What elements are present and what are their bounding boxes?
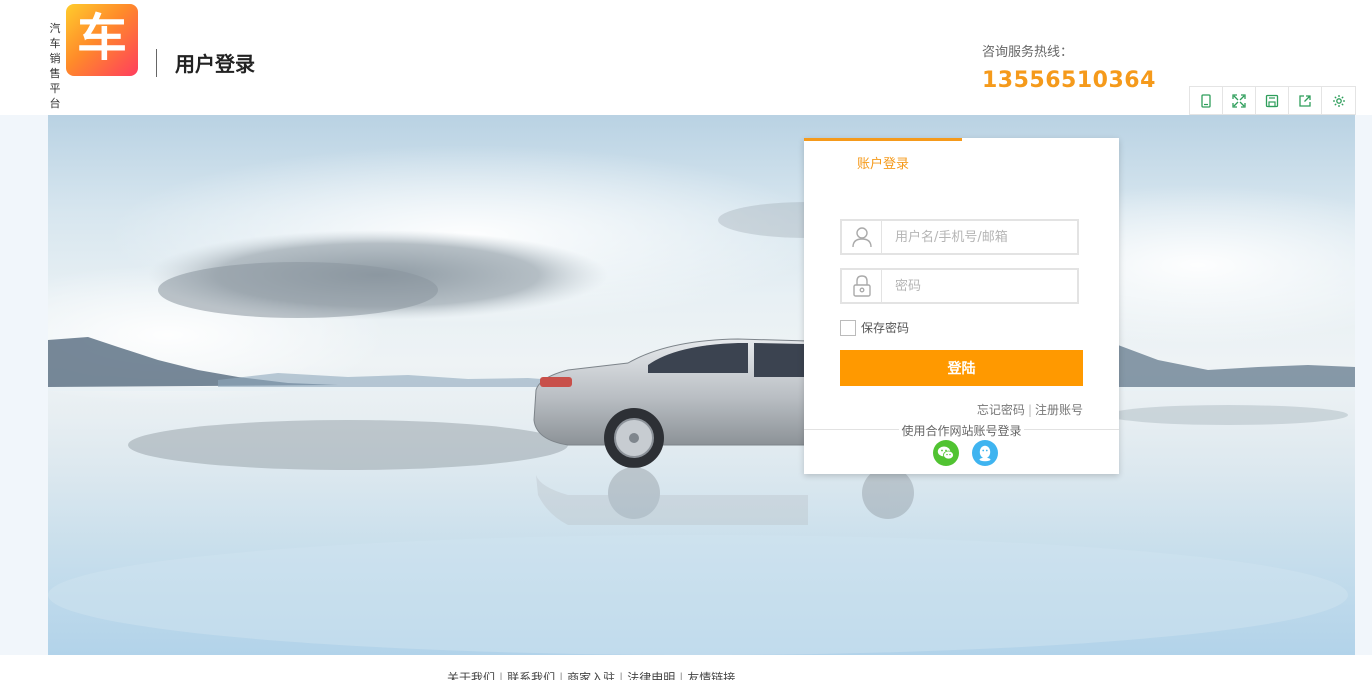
wechat-icon[interactable] [933,440,959,466]
login-button[interactable]: 登陆 [840,350,1083,386]
login-page: 汽车销售平台 车 用户登录 咨询服务热线： 13556510364 账户登录 用… [0,0,1372,680]
site-footer: 关于我们 | 联系我们 | 商家入驻 | 法律申明 | 友情链接 [0,655,1372,680]
password-input[interactable] [882,270,1077,302]
username-input[interactable] [882,221,1077,253]
save-icon[interactable] [1256,87,1289,114]
page-toolbar [1189,86,1356,115]
user-icon [842,221,882,253]
qq-icon[interactable] [972,440,998,466]
link-separator: | [1027,403,1032,417]
third-party-label: 使用合作网站账号登录 [899,424,1024,438]
tab-indicator [804,138,962,141]
hotline-label: 咨询服务热线： [982,45,1074,60]
remember-row: 保存密码 [840,319,909,336]
brand-vertical-text: 汽车销售平台 [49,22,61,110]
car-logo[interactable]: 车 [66,4,138,76]
footer-separator: | [679,671,684,680]
remember-checkbox[interactable] [840,319,856,336]
account-links: 忘记密码 | 注册账号 [977,401,1083,418]
footer-link-contact[interactable]: 联系我们 [507,671,555,680]
logo-char: 车 [77,9,127,67]
remember-label[interactable]: 保存密码 [861,319,909,336]
footer-links: 关于我们 | 联系我们 | 商家入驻 | 法律申明 | 友情链接 [447,669,735,680]
hero-scene-image [48,145,1355,655]
register-link[interactable]: 注册账号 [1035,403,1083,417]
lock-icon [842,270,882,302]
mobile-icon[interactable] [1190,87,1223,114]
expand-icon[interactable] [1223,87,1256,114]
footer-link-friends[interactable]: 友情链接 [687,671,735,680]
footer-link-merchant[interactable]: 商家入驻 [567,671,615,680]
hero-banner [48,115,1355,655]
footer-separator: | [499,671,504,680]
footer-separator: | [619,671,624,680]
tab-account-login[interactable]: 账户登录 [857,153,909,172]
share-icon[interactable] [1289,87,1322,114]
header-divider [156,49,157,77]
username-field [840,219,1079,255]
third-party-label-wrap: 使用合作网站账号登录 [804,422,1119,439]
password-field [840,268,1079,304]
login-card: 账户登录 保存密码 登陆 忘记密码|注册账号 使用合作网站账号登录 [804,138,1119,474]
site-header: 汽车销售平台 车 用户登录 咨询服务热线： 13556510364 [0,0,1372,115]
footer-separator: | [559,671,564,680]
footer-link-legal[interactable]: 法律申明 [627,671,675,680]
hotline-number: 13556510364 [982,68,1156,93]
settings-icon[interactable] [1322,87,1355,114]
footer-link-about[interactable]: 关于我们 [447,671,495,680]
forgot-password-link[interactable]: 忘记密码 [977,403,1025,417]
page-title: 用户登录 [175,52,255,76]
